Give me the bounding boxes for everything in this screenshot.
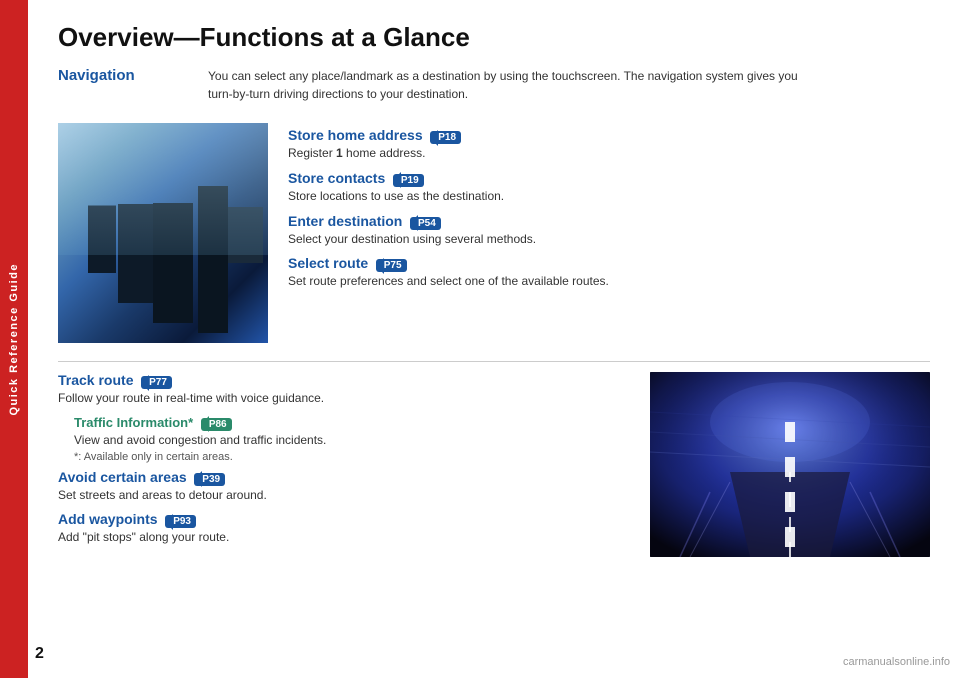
item-store-contacts: Store contacts P19 Store locations to us… [288,170,930,205]
road-svg [650,372,930,557]
item-track-route-heading: Track route [58,372,133,388]
item-enter-destination-heading: Enter destination [288,213,402,229]
item-store-contacts-desc: Store locations to use as the destinatio… [288,188,930,205]
page-title: Overview—Functions at a Glance [58,22,930,53]
road-image [650,372,930,557]
item-traffic-info-ref[interactable]: P86 [201,418,232,431]
item-add-waypoints: Add waypoints P93 Add "pit stops" along … [58,511,630,546]
item-store-home: Store home address P18 Register 1 home a… [288,127,930,162]
top-section: Store home address P18 Register 1 home a… [58,123,930,343]
item-traffic-info-note: *: Available only in certain areas. [74,451,630,463]
item-select-route-ref[interactable]: P75 [376,259,407,272]
item-add-waypoints-ref[interactable]: P93 [165,515,196,528]
item-add-waypoints-desc: Add "pit stops" along your route. [58,529,630,546]
item-select-route-heading: Select route [288,255,368,271]
item-select-route: Select route P75 Set route preferences a… [288,255,930,290]
item-track-route-ref[interactable]: P77 [141,376,172,389]
item-avoid-areas: Avoid certain areas P39 Set streets and … [58,469,630,504]
item-enter-destination-desc: Select your destination using several me… [288,231,930,248]
sidebar-label: Quick Reference Guide [8,263,20,416]
right-items: Store home address P18 Register 1 home a… [288,123,930,343]
bottom-section: Track route P77 Follow your route in rea… [58,372,930,557]
building-image [58,123,268,343]
main-content: Overview—Functions at a Glance Navigatio… [28,0,960,678]
item-track-route-desc: Follow your route in real-time with voic… [58,390,630,407]
item-store-home-heading: Store home address [288,127,423,143]
item-select-route-desc: Set route preferences and select one of … [288,273,930,290]
page-number: 2 [35,645,44,663]
item-avoid-areas-ref[interactable]: P39 [194,473,225,486]
sidebar: Quick Reference Guide [0,0,28,678]
item-store-contacts-ref[interactable]: P19 [393,174,424,187]
navigation-description: You can select any place/landmark as a d… [208,67,798,103]
navigation-heading: Navigation [58,67,208,84]
item-avoid-areas-heading: Avoid certain areas [58,469,187,485]
item-traffic-info: Traffic Information* P86 View and avoid … [74,415,630,463]
bottom-left: Track route P77 Follow your route in rea… [58,372,630,557]
item-enter-destination: Enter destination P54 Select your destin… [288,213,930,248]
item-store-home-ref[interactable]: P18 [430,131,461,144]
item-store-home-desc: Register 1 home address. [288,145,930,162]
divider [58,361,930,362]
item-traffic-info-heading: Traffic Information* [74,415,193,430]
watermark: carmanualsonline.info [843,656,950,668]
item-add-waypoints-heading: Add waypoints [58,511,158,527]
item-traffic-info-desc: View and avoid congestion and traffic in… [74,432,630,449]
item-avoid-areas-desc: Set streets and areas to detour around. [58,487,630,504]
item-enter-destination-ref[interactable]: P54 [410,217,441,230]
item-track-route: Track route P77 Follow your route in rea… [58,372,630,407]
item-store-contacts-heading: Store contacts [288,170,385,186]
